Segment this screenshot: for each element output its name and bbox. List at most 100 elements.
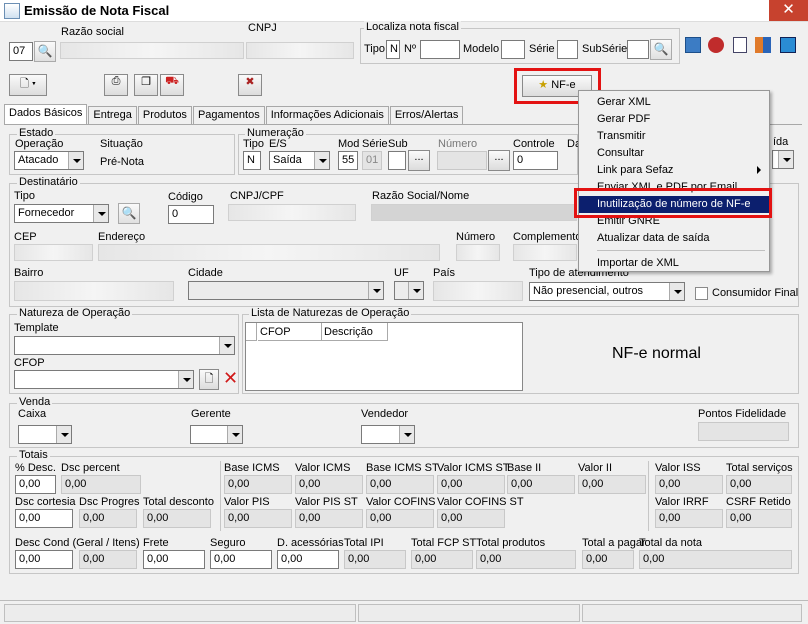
tot-r2-label: Valor PIS: [224, 496, 270, 508]
totais-divider-2: [648, 461, 649, 531]
loc-tipo-label: Tipo: [364, 43, 385, 55]
tab-pagamentos[interactable]: Pagamentos: [192, 106, 265, 124]
num-tipo-label: Tipo: [243, 138, 264, 150]
gerente-select[interactable]: [190, 425, 243, 444]
loc-serie-input[interactable]: [557, 40, 578, 59]
menu-item-importar-xml[interactable]: Importar de XML: [579, 255, 769, 272]
lista-grid[interactable]: CFOP Descrição: [245, 322, 523, 391]
tot-r2-label: Valor COFINS: [366, 496, 436, 508]
num-numero-input[interactable]: [437, 151, 487, 170]
menu-item-consultar[interactable]: Consultar: [579, 145, 769, 162]
copy-icon[interactable]: ❐: [134, 74, 158, 96]
tot-r2-label: Valor IRRF: [655, 496, 709, 508]
tot-r1-value: 0,00: [507, 475, 575, 494]
dest-atendimento-select[interactable]: Não presencial, outros: [529, 282, 685, 301]
tot-r3-label: Total da nota: [639, 537, 702, 549]
num-sub-ellipsis-button[interactable]: ...: [408, 150, 430, 171]
tab-informacoes[interactable]: Informações Adicionais: [265, 106, 389, 124]
menu-item-gerar-xml[interactable]: Gerar XML: [579, 94, 769, 111]
natureza-title: Natureza de Operação: [17, 307, 133, 319]
tab-dados-basicos[interactable]: Dados Básicos: [4, 104, 88, 124]
dest-razao-field: [371, 204, 577, 221]
menu-item-atualizar-data[interactable]: Atualizar data de saída: [579, 230, 769, 247]
tot-r3-value[interactable]: 0,00: [143, 550, 205, 569]
tot-r3-value[interactable]: 0,00: [15, 550, 73, 569]
tot-r1-label: Valor ICMS: [295, 462, 351, 474]
dest-codigo-input[interactable]: 0: [168, 205, 214, 224]
tab-erros[interactable]: Erros/Alertas: [389, 106, 464, 124]
cfop-document-icon[interactable]: 🗋: [199, 369, 219, 390]
cfop-clear-icon[interactable]: ✕: [221, 369, 240, 389]
close-button[interactable]: ✕: [769, 0, 808, 21]
template-select[interactable]: [14, 336, 235, 355]
menu-item-transmitir[interactable]: Transmitir: [579, 128, 769, 145]
app-icon: [4, 3, 20, 19]
loc-subserie-input[interactable]: [627, 40, 649, 59]
num-es-select[interactable]: Saída: [269, 151, 330, 170]
new-button[interactable]: 🗋 ▾: [9, 74, 47, 96]
loc-numero-input[interactable]: [420, 40, 460, 59]
truck-icon[interactable]: ⛟: [160, 74, 184, 96]
loc-tipo-input[interactable]: N: [386, 40, 400, 59]
loc-modelo-label: Modelo: [463, 43, 500, 55]
window-icon[interactable]: [780, 37, 796, 53]
menu-item-gerar-pdf[interactable]: Gerar PDF: [579, 111, 769, 128]
num-es-label: E/S: [269, 138, 287, 150]
num-numero-ellipsis-button[interactable]: ...: [488, 150, 510, 171]
tot-r3-value[interactable]: 0,00: [210, 550, 272, 569]
empresa-code-input[interactable]: 07: [9, 42, 33, 61]
dest-uf-select[interactable]: [394, 281, 424, 300]
tot-r2-label: Dsc cortesia: [15, 496, 76, 508]
destinatario-title: Destinatário: [17, 176, 80, 188]
dest-tipo-select[interactable]: Fornecedor: [14, 204, 109, 223]
document-icon[interactable]: [733, 37, 747, 53]
tot-r1-value[interactable]: 0,00: [15, 475, 56, 494]
num-serie-input[interactable]: 01: [362, 151, 382, 170]
totais-divider-1: [220, 461, 221, 531]
tab-entrega[interactable]: Entrega: [88, 106, 137, 124]
lista-col-descricao[interactable]: Descrição: [322, 323, 388, 341]
lista-col-cfop[interactable]: CFOP: [258, 323, 322, 341]
chevron-down-icon: [178, 371, 193, 388]
num-tipo-input[interactable]: N: [243, 151, 261, 170]
dest-complemento-field: [513, 244, 577, 261]
num-mod-input[interactable]: 55: [338, 151, 358, 170]
menu-item-link-sefaz[interactable]: Link para Sefaz: [579, 162, 769, 179]
grid-icon[interactable]: [755, 37, 771, 53]
tab-produtos[interactable]: Produtos: [137, 106, 192, 124]
tot-r1-label: Valor II: [578, 462, 613, 474]
printer-icon[interactable]: ⎙: [104, 74, 128, 96]
num-sub-input[interactable]: [388, 151, 406, 170]
vendedor-select[interactable]: [361, 425, 415, 444]
cancel-doc-icon[interactable]: ✖: [238, 74, 262, 96]
lista-corner: [246, 323, 257, 341]
num-numero-label: Número: [438, 138, 478, 150]
tot-r2-value[interactable]: 0,00: [15, 509, 73, 528]
report-icon[interactable]: [685, 37, 701, 53]
cfop-select[interactable]: [14, 370, 194, 389]
print-icon[interactable]: [708, 37, 724, 53]
num-controle-input[interactable]: 0: [513, 151, 558, 170]
caixa-select[interactable]: [18, 425, 72, 444]
dest-endereco-field: [98, 244, 440, 261]
tot-r3-value[interactable]: 0,00: [277, 550, 339, 569]
dest-tipo-label: Tipo: [14, 190, 35, 202]
dest-bairro-field: [14, 281, 174, 301]
tot-r1-label: Dsc percent: [61, 462, 120, 474]
cfop-label: CFOP: [14, 357, 45, 369]
dest-search-button[interactable]: 🔍: [118, 203, 140, 224]
tot-r1-value: 0,00: [224, 475, 292, 494]
dest-cnpjcpf-label: CNPJ/CPF: [230, 190, 284, 202]
loc-modelo-input[interactable]: [501, 40, 525, 59]
nfe-button-label: NF-e: [551, 79, 576, 91]
cnpj-label: CNPJ: [248, 22, 277, 34]
operacao-select[interactable]: Atacado: [14, 151, 84, 170]
saida-select[interactable]: [772, 150, 794, 169]
tot-r3-label: Desc Cond (Geral / Itens): [15, 537, 140, 549]
search-empresa-button[interactable]: 🔍: [34, 41, 56, 62]
loc-search-button[interactable]: 🔍: [650, 39, 672, 60]
consumidor-final-checkbox[interactable]: [695, 287, 708, 300]
tot-r2-label: Valor PIS ST: [295, 496, 358, 508]
dest-cidade-select[interactable]: [188, 281, 384, 300]
tot-r2-label: Dsc Progres: [79, 496, 140, 508]
